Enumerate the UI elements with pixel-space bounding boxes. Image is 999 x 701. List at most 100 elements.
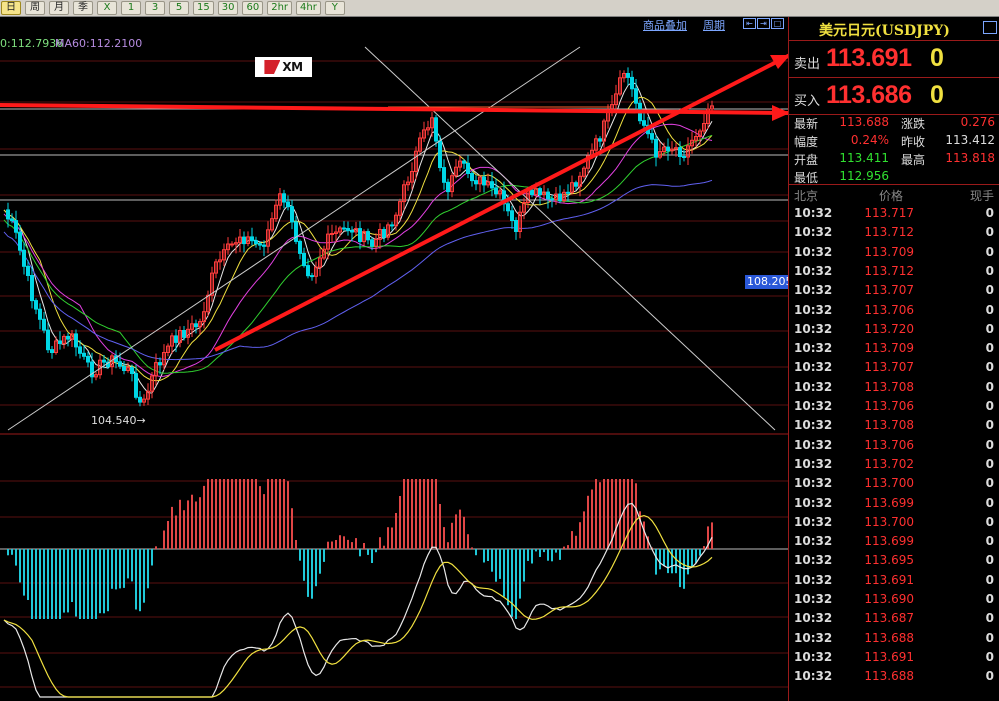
tick-time: 10:32: [794, 630, 833, 645]
period-button[interactable]: 日: [1, 1, 21, 15]
tick-time: 10:32: [794, 649, 833, 664]
period-button[interactable]: 15: [193, 1, 214, 15]
period-button[interactable]: 30: [217, 1, 239, 15]
restore-icon[interactable]: ⇤: [743, 18, 756, 29]
period-button[interactable]: 季: [73, 1, 93, 15]
tick-row[interactable]: 10:32 113.691 0: [789, 573, 999, 592]
period-button[interactable]: 3: [145, 1, 165, 15]
tick-row[interactable]: 10:32 113.712 0: [789, 225, 999, 244]
buy-price: 113.686: [826, 81, 912, 109]
tick-volume: 0: [985, 437, 994, 452]
tick-time: 10:32: [794, 302, 833, 317]
candle-body: [58, 340, 62, 344]
stat-value: 0.276: [960, 115, 995, 129]
tick-row[interactable]: 10:32 113.707 0: [789, 283, 999, 302]
candle-body: [342, 227, 346, 230]
tick-row[interactable]: 10:32 113.688 0: [789, 631, 999, 650]
tick-row[interactable]: 10:32 113.699 0: [789, 534, 999, 553]
tick-time: 10:32: [794, 553, 833, 568]
stat-value: 113.688: [839, 115, 889, 129]
tick-time: 10:32: [794, 669, 833, 684]
tick-price: 113.688: [864, 630, 914, 645]
tick-row[interactable]: 10:32 113.691 0: [789, 650, 999, 669]
candle-body: [14, 220, 18, 233]
candle-body: [194, 323, 198, 328]
candle-body: [50, 349, 54, 354]
period-button[interactable]: X: [97, 1, 117, 15]
candle-body: [242, 236, 246, 245]
period-button[interactable]: 2hr: [267, 1, 293, 15]
split-icon[interactable]: ⇥: [757, 18, 770, 29]
sell-quote[interactable]: 卖出 113.691 0: [789, 41, 999, 78]
period-button[interactable]: 5: [169, 1, 189, 15]
period-link[interactable]: 周期: [703, 17, 725, 33]
period-button[interactable]: 60: [242, 1, 264, 15]
tick-row[interactable]: 10:32 113.695 0: [789, 553, 999, 572]
chart-area[interactable]: 0:112.7936 MA60:112.2100 商品叠加 周期 ⇤ ⇥ □ X…: [0, 17, 795, 701]
window-icon[interactable]: [983, 21, 997, 34]
stat-label: 幅度: [794, 135, 819, 149]
tick-price: 113.717: [864, 206, 914, 220]
tick-row[interactable]: 10:32 113.707 0: [789, 360, 999, 379]
candle-body: [650, 133, 654, 140]
candle-body: [470, 173, 474, 182]
tick-price: 113.708: [864, 418, 914, 433]
instrument-title: 美元日元(USDJPY): [819, 23, 950, 39]
candle-body: [530, 189, 534, 196]
buy-volume: 0: [930, 81, 944, 109]
tick-row[interactable]: 10:32 113.702 0: [789, 457, 999, 476]
tick-row[interactable]: 10:32 113.700 0: [789, 476, 999, 495]
candle-body: [78, 346, 82, 354]
candlestick-chart[interactable]: [0, 17, 788, 701]
tick-row[interactable]: 10:32 113.708 0: [789, 418, 999, 437]
tick-row[interactable]: 10:32 113.720 0: [789, 322, 999, 341]
tick-row[interactable]: 10:32 113.706 0: [789, 303, 999, 322]
maximize-icon[interactable]: □: [771, 18, 784, 29]
tick-row[interactable]: 10:32 113.690 0: [789, 592, 999, 611]
xm-logo-text: XM: [282, 60, 303, 74]
tick-row[interactable]: 10:32 113.700 0: [789, 515, 999, 534]
candle-body: [262, 244, 266, 247]
tick-time: 10:32: [794, 379, 833, 394]
candle-body: [626, 73, 630, 78]
tick-row[interactable]: 10:32 113.687 0: [789, 611, 999, 630]
period-button[interactable]: 月: [49, 1, 69, 15]
tick-row[interactable]: 10:32 113.712 0: [789, 264, 999, 283]
stat-label: 最低: [794, 171, 819, 185]
tick-row[interactable]: 10:32 113.706 0: [789, 399, 999, 418]
period-button[interactable]: 1: [121, 1, 141, 15]
xm-logo: XM: [255, 57, 312, 77]
tick-row[interactable]: 10:32 113.688 0: [789, 669, 999, 688]
stat-value: 113.818: [945, 151, 995, 165]
overlay-link[interactable]: 商品叠加: [643, 17, 687, 33]
candle-body: [550, 198, 554, 201]
tick-row[interactable]: 10:32 113.708 0: [789, 380, 999, 399]
period-button[interactable]: 周: [25, 1, 45, 15]
period-button[interactable]: 4hr: [296, 1, 321, 15]
candle-body: [598, 138, 602, 142]
candle-body: [490, 181, 494, 189]
tick-price: 113.691: [864, 572, 914, 587]
candle-body: [442, 167, 446, 183]
candle-body: [302, 252, 306, 267]
macd-dea-line: [3, 514, 713, 698]
tick-row[interactable]: 10:32 113.709 0: [789, 245, 999, 264]
candle-body: [6, 209, 10, 220]
candle-body: [66, 335, 70, 340]
tick-row[interactable]: 10:32 113.706 0: [789, 438, 999, 457]
ma60-legend: MA60:112.2100: [55, 37, 143, 50]
candle-body: [566, 191, 570, 194]
tick-row[interactable]: 10:32 113.699 0: [789, 496, 999, 515]
tick-price: 113.700: [864, 476, 914, 491]
tick-time: 10:32: [794, 206, 833, 220]
sell-price: 113.691: [826, 44, 912, 72]
tick-row[interactable]: 10:32 113.717 0: [789, 206, 999, 225]
tick-volume: 0: [985, 592, 994, 606]
period-button[interactable]: Y: [324, 1, 345, 15]
tick-row[interactable]: 10:32 113.709 0: [789, 341, 999, 360]
tick-volume: 0: [985, 514, 994, 529]
tick-volume: 0: [985, 302, 994, 317]
buy-quote[interactable]: 买入 113.686 0: [789, 78, 999, 115]
stat-value: 112.956: [839, 169, 889, 183]
tick-time: 10:32: [794, 514, 833, 529]
